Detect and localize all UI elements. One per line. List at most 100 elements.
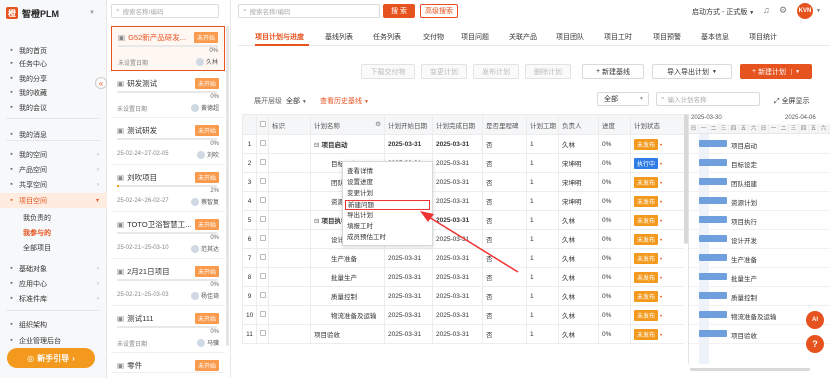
sidebar-item-3[interactable]: ▪ 我的收藏	[0, 86, 107, 99]
row-checkbox[interactable]	[260, 330, 266, 336]
sidebar-item-15[interactable]: ▪ 标准件库 ›	[0, 292, 107, 305]
gantt-bar[interactable]	[699, 197, 727, 204]
context-menu-item[interactable]: 查看详情	[343, 167, 432, 177]
sidebar-item-10[interactable]: 我负责的	[0, 211, 107, 224]
project-card[interactable]: ▣ 零件 未开始	[111, 355, 225, 373]
gantt-bar[interactable]	[699, 311, 727, 318]
project-card[interactable]: ▣ 测试111 未开始 0% 未设置日期 马骥	[111, 308, 225, 353]
tab-6[interactable]: 项目团队	[556, 32, 584, 42]
publish-plan-button[interactable]: 发布计划	[473, 64, 519, 79]
sidebar-item-16[interactable]: ▪ 组织架构	[0, 318, 107, 331]
table-row[interactable]: 1 ⊟ 项目启动 2025-03-31 2025-03-31 否 1 久林 0% 未发布 •	[242, 134, 684, 154]
list-scrollbar[interactable]	[226, 26, 229, 346]
sidebar-item-8[interactable]: ▪ 共享空间 ›	[0, 178, 107, 191]
project-card[interactable]: ▣ 2月21日项目 未开始 0% 25-02-21~25-03-03 杨佳琦	[111, 261, 225, 306]
plan-name-cell[interactable]: 项目验收	[310, 324, 385, 344]
download-deliverables-button[interactable]: 下载交付物	[361, 64, 415, 79]
search-button[interactable]: 搜 索	[383, 4, 415, 18]
sidebar-item-0[interactable]: ▪ 我的首页	[0, 44, 107, 57]
expand-level-filter[interactable]: 展开层级 全部 ▼	[254, 96, 307, 106]
context-menu-item[interactable]: 设置进度	[343, 178, 432, 188]
tab-10[interactable]: 项目统计	[749, 32, 777, 42]
global-search-input[interactable]: ⌕ 搜索名称/编码	[238, 4, 380, 18]
sidebar-item-13[interactable]: ▪ 基础对象 ›	[0, 262, 107, 275]
gantt-bar[interactable]	[699, 159, 727, 166]
row-checkbox[interactable]	[260, 273, 266, 279]
row-checkbox[interactable]	[260, 197, 266, 203]
gantt-bar[interactable]	[699, 292, 727, 299]
row-checkbox[interactable]	[260, 178, 266, 184]
sidebar-item-4[interactable]: ▪ 我的会议	[0, 101, 107, 114]
row-checkbox[interactable]	[260, 216, 266, 222]
start-mode-dropdown[interactable]: 启动方式 - 正式版 ▼	[692, 7, 754, 17]
tab-8[interactable]: 项目预警	[653, 32, 681, 42]
table-row[interactable]: 2目标设定2025-03-312025-03-31否1宋坤明0%执行中 •	[242, 153, 684, 173]
select-all-checkbox[interactable]	[260, 120, 266, 127]
gantt-bar[interactable]	[699, 273, 727, 280]
plan-name-cell[interactable]: 批量生产	[310, 267, 385, 287]
fullscreen-button[interactable]: ⤢ 全屏显示	[774, 96, 810, 106]
project-card[interactable]: ▣ 刘吹项目 未开始 2% 25-02-24~26-02-27 蔡智复	[111, 167, 225, 212]
plan-name-cell[interactable]: 质量控制	[310, 286, 385, 306]
sidebar-item-11[interactable]: 我参与的	[0, 226, 107, 239]
plan-name-cell[interactable]: ⊟ 项目启动	[310, 134, 385, 154]
avatar[interactable]: KVN	[797, 3, 813, 19]
scope-select[interactable]: 全部 ▼	[597, 92, 649, 106]
sidebar-item-12[interactable]: 全部项目	[0, 241, 107, 254]
history-baseline-dropdown[interactable]: 查看历史基线 ▼	[320, 96, 369, 106]
new-plan-button[interactable]: + 新建计划 ▼	[740, 64, 812, 79]
gantt-bar[interactable]	[699, 330, 727, 337]
project-search-input[interactable]: ⌕ 搜索名称/编码	[111, 4, 219, 18]
plan-name-cell[interactable]: 生产准备	[310, 248, 385, 268]
new-baseline-button[interactable]: + 新建基线	[582, 64, 644, 79]
row-checkbox[interactable]	[260, 159, 266, 165]
change-plan-button[interactable]: 变更计划	[421, 64, 467, 79]
tab-9[interactable]: 基本信息	[701, 32, 729, 42]
settings-icon[interactable]: ⚙	[375, 120, 381, 128]
sidebar-item-9[interactable]: ▪ 项目空间 ▾	[0, 193, 107, 208]
sidebar-item-6[interactable]: ▪ 我的空间 ›	[0, 148, 107, 161]
plan-name-cell[interactable]: 物流准备及运输	[310, 305, 385, 325]
project-card[interactable]: ▣ 研发测试 未开始 0% 未设置日期 黄德超	[111, 73, 225, 118]
gantt-bar[interactable]	[699, 235, 727, 242]
gantt-bar[interactable]	[699, 254, 727, 261]
tab-0[interactable]: 项目计划与进度	[255, 32, 304, 42]
collapse-chevron-icon[interactable]: ▼	[89, 10, 95, 16]
row-checkbox[interactable]	[260, 140, 266, 146]
project-card[interactable]: ▣ TOTO卫浴智慧工... 未开始 0% 25-02-21~25-03-10 范其达	[111, 214, 225, 259]
guide-button[interactable]: ◎ 新手引导 ›	[7, 348, 95, 368]
sidebar-item-1[interactable]: ▪ 任务中心	[0, 57, 107, 70]
import-export-button[interactable]: 导入导出计划 ▼	[652, 64, 732, 79]
help-button[interactable]: ?	[806, 335, 824, 353]
sidebar-item-14[interactable]: ▪ 应用中心 ›	[0, 277, 107, 290]
collapse-icon[interactable]: ⊟	[314, 218, 319, 225]
project-card[interactable]: ▣ 测试研发 未开始 0% 25-02-24~27-02-05 刘吹	[111, 120, 225, 165]
row-checkbox[interactable]	[260, 311, 266, 317]
gantt-bar[interactable]	[699, 216, 727, 223]
tab-4[interactable]: 项目问题	[461, 32, 489, 42]
tab-1[interactable]: 基线列表	[325, 32, 353, 42]
row-checkbox[interactable]	[260, 292, 266, 298]
table-row[interactable]: 9 质量控制 2025-03-31 2025-03-31 否 1 久林 0% 未发布 •	[242, 286, 684, 306]
context-menu-item[interactable]: 变更计划	[343, 189, 432, 199]
brand-logo[interactable]: 橙 智橙PLM ▼	[6, 6, 95, 20]
table-row[interactable]: 11 项目验收 2025-03-31 2025-03-31 否 1 久林 0% 未发布 •	[242, 324, 684, 344]
tab-2[interactable]: 任务列表	[373, 32, 401, 42]
tab-3[interactable]: 交付物	[423, 32, 444, 42]
row-checkbox[interactable]	[260, 235, 266, 241]
collapse-panel-button[interactable]: «	[95, 77, 107, 89]
gantt-bar[interactable]	[699, 178, 727, 185]
sidebar-item-17[interactable]: ▪ 企业管理后台	[0, 334, 107, 347]
advanced-search-button[interactable]: 高级搜索	[420, 4, 458, 18]
gantt-bar[interactable]	[699, 140, 727, 147]
collapse-icon[interactable]: ⊟	[314, 142, 319, 149]
sidebar-item-2[interactable]: ▪ 我的分享	[0, 72, 107, 85]
gear-icon[interactable]: ⚙	[779, 5, 787, 16]
bell-icon[interactable]: ♫	[763, 5, 770, 15]
tab-5[interactable]: 关联产品	[509, 32, 537, 42]
ai-assistant-button[interactable]: AI	[806, 311, 824, 329]
plan-search-input[interactable]: ⌕ 输入计划名称	[656, 92, 760, 106]
chevron-down-icon[interactable]: ▼	[816, 8, 821, 14]
table-row[interactable]: 10 物流准备及运输 2025-03-31 2025-03-31 否 1 久林 0% 未发布 •	[242, 305, 684, 325]
gantt-scrollbar[interactable]	[690, 368, 810, 371]
